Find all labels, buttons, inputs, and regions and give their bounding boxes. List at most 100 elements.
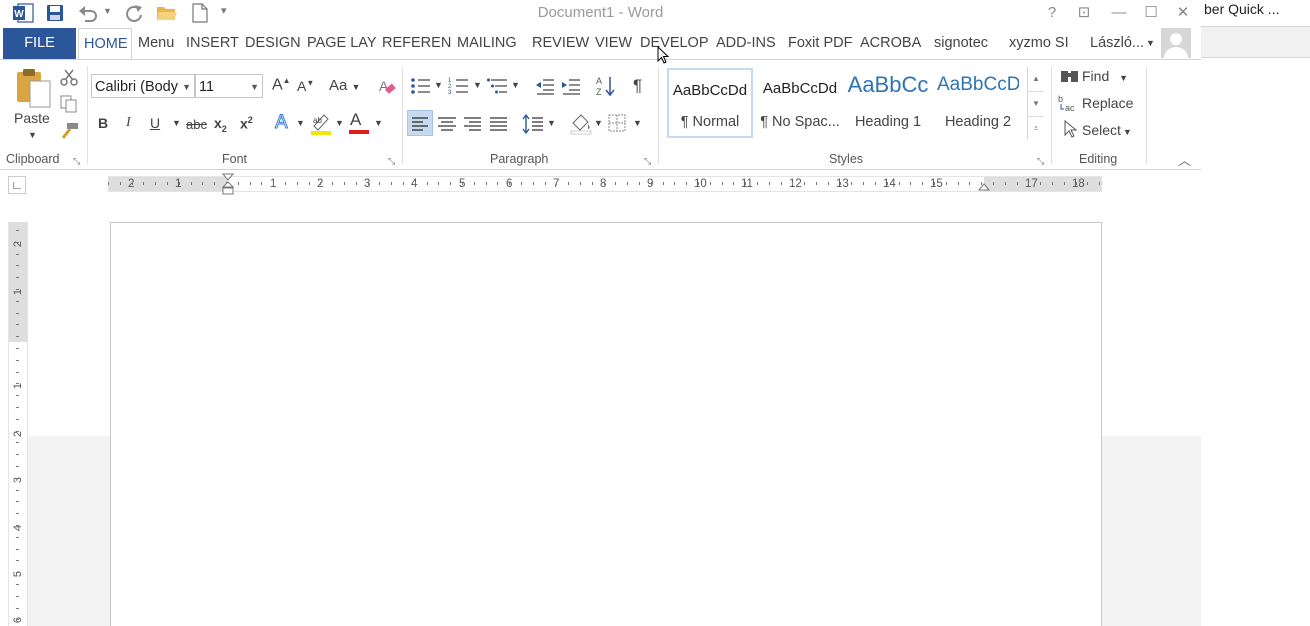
tab-foxit-pdf[interactable]: Foxit PDF [788, 28, 852, 59]
document-page[interactable] [110, 222, 1102, 626]
change-case-button[interactable]: Aa ▼ [329, 77, 360, 94]
line-spacing-icon[interactable] [521, 111, 545, 135]
replace-button[interactable]: Replace [1082, 95, 1133, 111]
style-no-spacing[interactable]: AaBbCcDd ¶ No Spac... [757, 68, 843, 138]
font-color-button[interactable]: A [349, 110, 369, 134]
multilevel-list-icon[interactable] [487, 76, 509, 96]
numbering-dropdown-icon[interactable]: ▼ [473, 80, 482, 90]
close-button[interactable]: ✕ [1168, 2, 1198, 24]
styles-scroll-up-icon[interactable]: ▲ [1028, 67, 1044, 91]
minimize-button[interactable]: — [1104, 2, 1134, 24]
justify-icon[interactable] [487, 111, 511, 135]
font-color-dropdown-icon[interactable]: ▼ [374, 118, 383, 128]
save-icon[interactable] [46, 4, 64, 24]
undo-dropdown-icon[interactable]: ▼ [103, 6, 112, 26]
copy-icon[interactable] [60, 95, 78, 113]
open-folder-icon[interactable] [156, 4, 178, 24]
align-center-icon[interactable] [435, 111, 459, 135]
font-launcher-icon[interactable]: ⤡ [388, 156, 398, 166]
tab-mailings[interactable]: MAILING [457, 28, 517, 59]
avatar[interactable] [1161, 28, 1191, 58]
text-effects-button[interactable]: A [275, 112, 289, 134]
styles-gallery-scroll[interactable]: ▲ ▼ ⩡ [1027, 67, 1044, 139]
tab-view[interactable]: VIEW [595, 28, 632, 59]
tab-xyzmo[interactable]: xyzmo SI [1009, 28, 1069, 59]
paste-icon[interactable] [14, 67, 54, 111]
customize-toolbar-icon[interactable]: ▾ [221, 4, 227, 24]
align-right-icon[interactable] [461, 111, 485, 135]
tab-signotec[interactable]: signotec [934, 28, 988, 59]
cut-icon[interactable] [60, 68, 78, 86]
tab-home[interactable]: HOME [78, 28, 132, 60]
increase-indent-icon[interactable] [561, 77, 581, 95]
highlight-dropdown-icon[interactable]: ▼ [335, 118, 344, 128]
paste-button[interactable]: Paste [14, 110, 50, 126]
grow-font-button[interactable]: A▲ [272, 76, 291, 94]
tab-selector-icon[interactable]: ∟ [8, 176, 26, 194]
select-button[interactable]: Select ▼ [1082, 122, 1132, 138]
style-heading-1[interactable]: AaBbCc Heading 1 [847, 68, 929, 138]
shrink-font-button[interactable]: A▼ [297, 78, 314, 94]
italic-button[interactable]: I [126, 115, 131, 131]
decrease-indent-icon[interactable] [535, 77, 555, 95]
tab-menu[interactable]: Menu [138, 28, 174, 59]
maximize-button[interactable]: ☐ [1136, 2, 1166, 24]
line-spacing-dropdown-icon[interactable]: ▼ [547, 118, 556, 128]
right-indent-marker-icon[interactable] [978, 183, 990, 193]
clear-formatting-icon[interactable]: A [377, 77, 397, 97]
styles-scroll-down-icon[interactable]: ▼ [1028, 91, 1044, 116]
bullets-dropdown-icon[interactable]: ▼ [434, 80, 443, 90]
select-cursor-icon[interactable] [1063, 120, 1079, 138]
subscript-button[interactable]: x2 [214, 115, 227, 134]
help-button[interactable]: ? [1037, 2, 1067, 24]
tab-add-ins[interactable]: ADD-INS [716, 28, 776, 59]
tab-developer[interactable]: DEVELOP [640, 28, 709, 59]
styles-launcher-icon[interactable]: ⤡ [1037, 156, 1047, 166]
paragraph-launcher-icon[interactable]: ⤡ [644, 156, 654, 166]
styles-more-icon[interactable]: ⩡ [1028, 116, 1044, 140]
font-size-combo[interactable]: 11 ▼ [195, 74, 263, 98]
numbering-icon[interactable]: 1 2 3 [448, 76, 470, 96]
clipboard-launcher-icon[interactable]: ⤡ [73, 156, 83, 166]
tab-page-layout[interactable]: PAGE LAY [307, 28, 377, 59]
style-heading-2[interactable]: AaBbCcD Heading 2 [937, 68, 1019, 138]
shading-dropdown-icon[interactable]: ▼ [594, 118, 603, 128]
font-size-dropdown-icon[interactable]: ▼ [250, 75, 259, 99]
redo-icon[interactable] [124, 3, 144, 23]
find-button[interactable]: Find ▼ [1082, 68, 1128, 84]
superscript-button[interactable]: x2 [240, 115, 253, 132]
multilevel-dropdown-icon[interactable]: ▼ [511, 80, 520, 90]
highlight-color-icon[interactable]: ab [310, 112, 332, 136]
bold-button[interactable]: B [98, 115, 108, 131]
vertical-ruler[interactable]: 21123456 [8, 222, 28, 626]
tab-acrobat[interactable]: ACROBA [860, 28, 921, 59]
font-name-combo[interactable]: Calibri (Body ▼ [91, 74, 195, 98]
find-icon[interactable] [1060, 68, 1080, 86]
ribbon-display-options-button[interactable]: ⊡ [1069, 2, 1099, 24]
collapse-ribbon-icon[interactable]: ︿ [1178, 150, 1191, 169]
sort-icon[interactable]: A Z [596, 75, 616, 97]
borders-icon[interactable] [607, 113, 627, 133]
tab-design[interactable]: DESIGN [245, 28, 301, 59]
bullets-icon[interactable] [410, 76, 432, 96]
style-normal[interactable]: AaBbCcDd ¶ Normal [667, 68, 753, 138]
borders-dropdown-icon[interactable]: ▼ [633, 118, 642, 128]
underline-dropdown-icon[interactable]: ▼ [172, 118, 181, 128]
tab-insert[interactable]: INSERT [186, 28, 239, 59]
new-document-icon[interactable] [192, 3, 208, 23]
align-left-button[interactable] [407, 110, 433, 136]
strikethrough-button[interactable]: abc [186, 117, 207, 132]
font-name-dropdown-icon[interactable]: ▼ [182, 75, 191, 99]
show-hide-formatting-button[interactable]: ¶ [633, 76, 642, 96]
indent-marker-icon[interactable] [222, 173, 234, 199]
tab-review[interactable]: REVIEW [532, 28, 589, 59]
replace-icon[interactable]: b ac [1058, 93, 1080, 113]
word-logo-icon[interactable]: W [12, 3, 34, 23]
underline-button[interactable]: U [150, 115, 160, 131]
horizontal-ruler[interactable]: 211234567891011121314151718 [108, 173, 1102, 195]
user-name[interactable]: László... [1090, 28, 1144, 59]
paste-dropdown-icon[interactable]: ▼ [28, 130, 37, 140]
text-effects-dropdown-icon[interactable]: ▼ [296, 118, 305, 128]
tab-references[interactable]: REFEREN [382, 28, 451, 59]
undo-icon[interactable] [78, 4, 98, 24]
